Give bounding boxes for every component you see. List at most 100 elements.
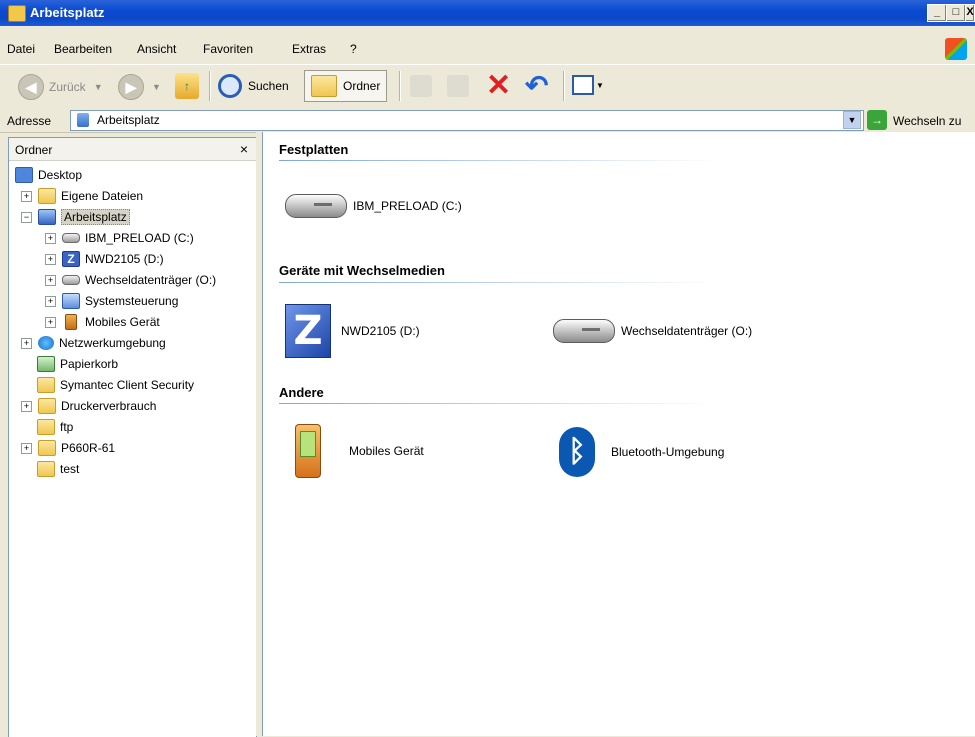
menu-favoriten[interactable]: Favoriten: [203, 42, 253, 56]
tree-item-label: ftp: [60, 420, 74, 434]
expand-toggle[interactable]: +: [21, 190, 32, 202]
expand-toggle[interactable]: +: [45, 253, 56, 265]
move-to-button[interactable]: [410, 75, 432, 97]
item-label: Bluetooth-Umgebung: [611, 445, 725, 459]
expand-toggle[interactable]: +: [45, 274, 56, 286]
chevron-down-icon: ▼: [596, 80, 604, 90]
delete-button[interactable]: ✕: [486, 71, 511, 101]
item-bluetooth[interactable]: ᛒ Bluetooth-Umgebung: [559, 427, 724, 477]
bluetooth-icon: ᛒ: [559, 427, 595, 477]
folders-button[interactable]: Ordner: [304, 70, 388, 102]
group-divider: [279, 282, 719, 283]
tree-item-label: Mobiles Gerät: [85, 315, 160, 329]
tree-item-mobiles-geraet[interactable]: + Mobiles Gerät: [45, 313, 160, 331]
folder-icon: [311, 75, 337, 97]
tree-item-wechseldatentraeger[interactable]: + Wechseldatenträger (O:): [45, 271, 216, 289]
tree-item-symantec[interactable]: Symantec Client Security: [37, 376, 194, 394]
menu-extras[interactable]: Extras: [292, 42, 326, 56]
menu-bearbeiten[interactable]: Bearbeiten: [54, 42, 112, 56]
go-arrow-icon[interactable]: →: [867, 110, 887, 130]
delete-x-icon: ✕: [486, 69, 512, 102]
folder-pane-header: Ordner ×: [9, 138, 256, 161]
address-dropdown-button[interactable]: ▼: [843, 111, 861, 129]
minimize-button[interactable]: _: [927, 4, 947, 22]
folder-icon: [37, 461, 55, 477]
window-title: Arbeitsplatz: [30, 5, 105, 20]
item-ibm-preload[interactable]: IBM_PRELOAD (C:): [285, 194, 462, 218]
address-label: Adresse: [7, 114, 52, 128]
views-button[interactable]: ▼: [572, 75, 604, 95]
item-label: IBM_PRELOAD (C:): [353, 199, 462, 213]
back-button[interactable]: ◀ Zurück ▼: [18, 74, 103, 100]
tree-item-ibm-preload[interactable]: + IBM_PRELOAD (C:): [45, 229, 194, 247]
tree-item-ftp[interactable]: ftp: [37, 418, 73, 436]
tree-item-test[interactable]: test: [37, 460, 79, 478]
tree-item-p660r[interactable]: + P660R-61: [21, 439, 115, 457]
tree-item-label: Desktop: [38, 168, 83, 182]
tree-item-label: NWD2105 (D:): [85, 252, 164, 266]
chevron-down-icon: ▼: [93, 82, 103, 92]
tree-item-systemsteuerung[interactable]: + Systemsteuerung: [45, 292, 178, 310]
zip-drive-icon: Z: [62, 251, 80, 267]
menu-ansicht[interactable]: Ansicht: [137, 42, 176, 56]
copy-to-button[interactable]: [447, 75, 469, 97]
search-icon: [218, 74, 242, 98]
tree-item-nwd2105[interactable]: + Z NWD2105 (D:): [45, 250, 164, 268]
toolbar: ◀ Zurück ▼ ▶ ▼ ↑ Suchen Ordner ✕ ↶ ▼: [0, 64, 975, 110]
up-folder-button[interactable]: ↑: [175, 73, 199, 99]
folder-icon: [37, 377, 55, 393]
control-panel-icon: [62, 293, 80, 309]
collapse-toggle[interactable]: −: [21, 211, 32, 223]
expand-toggle[interactable]: +: [21, 400, 32, 412]
address-input[interactable]: Arbeitsplatz: [70, 110, 864, 131]
tree-item-label: Systemsteuerung: [85, 294, 179, 308]
hard-drive-icon: [62, 233, 80, 243]
folders-label: Ordner: [343, 79, 381, 93]
toolbar-separator: [399, 71, 400, 101]
tree-item-arbeitsplatz[interactable]: − Arbeitsplatz: [21, 208, 130, 226]
close-button[interactable]: X: [965, 4, 975, 22]
expand-toggle[interactable]: +: [21, 442, 32, 454]
folder-tree-pane: Ordner × Desktop + Eigene Dateien − Arbe…: [8, 137, 257, 737]
back-arrow-icon: ◀: [18, 74, 44, 100]
forward-button[interactable]: ▶ ▼: [118, 74, 161, 100]
tree-item-eigene-dateien[interactable]: + Eigene Dateien: [21, 187, 143, 205]
tree-item-netzwerkumgebung[interactable]: + Netzwerkumgebung: [21, 334, 166, 352]
title-bar: Arbeitsplatz _ □ X: [0, 0, 975, 26]
removable-drive-icon: [62, 275, 80, 285]
tree-item-label: Papierkorb: [60, 357, 119, 371]
menu-help[interactable]: ?: [350, 42, 357, 56]
item-mobiles-geraet[interactable]: Mobiles Gerät: [281, 424, 424, 478]
group-header-wechselmedien: Geräte mit Wechselmedien: [279, 263, 445, 278]
removable-drive-icon: [553, 319, 615, 343]
close-icon[interactable]: ×: [240, 141, 248, 157]
expand-toggle[interactable]: +: [45, 232, 56, 244]
item-nwd2105[interactable]: Z NWD2105 (D:): [285, 304, 420, 358]
folder-pane-title: Ordner: [15, 143, 53, 157]
toolbar-separator: [563, 71, 564, 101]
menu-bar: Datei Bearbeiten Ansicht Favoriten Extra…: [0, 38, 975, 60]
tree-item-label: P660R-61: [61, 441, 116, 455]
up-folder-icon: ↑: [175, 73, 199, 99]
group-header-festplatten: Festplatten: [279, 142, 349, 157]
tree-item-papierkorb[interactable]: Papierkorb: [37, 355, 118, 373]
item-wechseldatentraeger[interactable]: Wechseldatenträger (O:): [553, 319, 752, 343]
zip-drive-icon: Z: [285, 304, 331, 358]
copy-to-icon: [447, 75, 469, 97]
undo-button[interactable]: ↶: [525, 71, 548, 101]
expand-toggle[interactable]: +: [45, 316, 56, 328]
item-label: Mobiles Gerät: [349, 444, 424, 458]
tree-item-druckerverbrauch[interactable]: + Druckerverbrauch: [21, 397, 156, 415]
menu-datei[interactable]: Datei: [7, 42, 35, 56]
expand-toggle[interactable]: +: [21, 337, 32, 349]
chevron-down-icon: ▼: [152, 82, 161, 92]
maximize-button[interactable]: □: [946, 4, 966, 22]
folder-icon: [38, 188, 56, 204]
tree-item-label: Arbeitsplatz: [61, 209, 130, 225]
undo-icon: ↶: [525, 70, 549, 101]
expand-toggle[interactable]: +: [45, 295, 56, 307]
tree-item-label: Wechseldatenträger (O:): [85, 273, 217, 287]
tree-item-desktop[interactable]: Desktop: [15, 166, 82, 184]
search-button[interactable]: Suchen: [218, 74, 289, 98]
go-button-label[interactable]: Wechseln zu: [893, 114, 961, 128]
